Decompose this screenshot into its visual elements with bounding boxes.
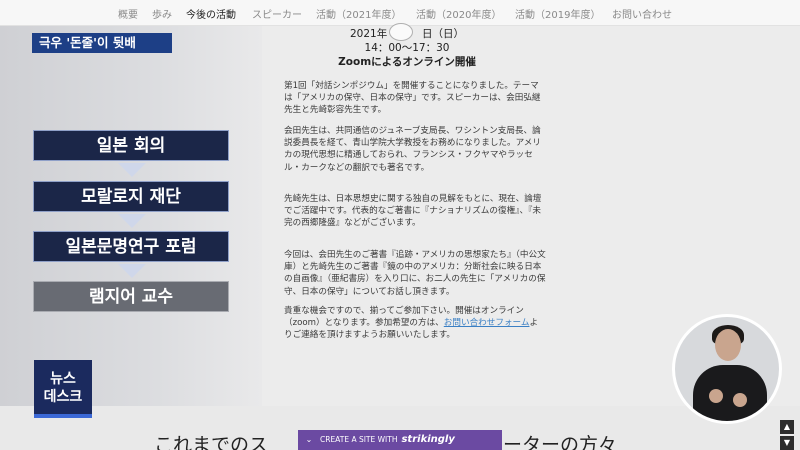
strikingly-banner[interactable]: ⌄ CREATE A SITE WITH strikingly <box>298 430 502 450</box>
nav-item-activities-2020[interactable]: 活動（2020年度） <box>416 6 501 21</box>
newsdesk-line1: 뉴스 <box>50 371 76 387</box>
flow-box-nippon-kaigi: 일본 회의 <box>33 130 229 161</box>
scroll-up-button[interactable]: ▲ <box>780 420 794 434</box>
nav-item-contact[interactable]: お問い合わせ <box>612 6 672 21</box>
flow-box-professor-ramseyer: 램지어 교수 <box>33 281 229 312</box>
nav-item-activities-2019[interactable]: 活動（2019年度） <box>515 6 600 21</box>
headline-banner: 극우 '돈줄'이 뒷배 <box>32 33 172 53</box>
participation-paragraph: 貴重な機会ですので、揃ってご参加下さい。開催はオンライン（zoom）となります。… <box>284 305 546 342</box>
chevron-down-icon[interactable]: ⌄ <box>298 430 320 450</box>
nav-item-overview[interactable]: 概要 <box>118 6 138 21</box>
newsdesk-underline <box>34 414 92 418</box>
flow-arrow-down-icon <box>118 264 146 278</box>
nav-item-activities-2021[interactable]: 活動（2021年度） <box>316 6 401 21</box>
interpreter-head <box>715 329 741 361</box>
banner-label: CREATE A SITE WITH <box>320 435 398 444</box>
flow-box-moralogy-foundation: 모랄로지 재단 <box>33 181 229 212</box>
senzaki-paragraph: 先崎先生は、日本思想史に関する独自の見解をもとに、現在、論壇でご活躍中です。代表… <box>284 194 542 229</box>
scroll-down-button[interactable]: ▼ <box>780 436 794 450</box>
topic-paragraph: 今回は、会田先生のご著書『追跡・アメリカの思想家たち』（中公文庫）と先崎先生のご… <box>284 250 546 297</box>
nav-item-history[interactable]: 歩み <box>152 6 172 21</box>
interpreter-hand <box>733 393 747 407</box>
section-heading-right: ーターの方々 <box>503 434 618 450</box>
strikingly-logo: strikingly <box>401 434 455 445</box>
flow-arrow-down-icon <box>118 163 146 177</box>
event-time: 14：00〜17：30 <box>364 42 450 54</box>
aida-paragraph: 会田先生は、共同通信のジュネーブ支局長、ワシントン支局長、論説委員長を経て、青山… <box>284 126 541 173</box>
nav-item-speakers[interactable]: スピーカー <box>252 6 302 21</box>
interpreter-body <box>693 365 767 421</box>
flow-arrow-down-icon <box>118 214 146 228</box>
intro-paragraph: 第1回「対話シンポジウム」を開催することになりました。テーマは「アメリカの保守、… <box>284 81 541 116</box>
newsdesk-line2: 데스크 <box>43 389 83 405</box>
contact-form-link[interactable]: お問い合わせフォーム <box>444 318 530 328</box>
flow-box-japan-civilization-forum: 일본문명연구 포럼 <box>33 231 229 262</box>
interpreter-hand <box>709 389 723 403</box>
event-venue: Zoomによるオンライン開催 <box>338 56 476 68</box>
nav-item-upcoming[interactable]: 今後の活動 <box>186 6 236 21</box>
event-date: 2021年 日（日） <box>349 28 465 40</box>
newsdesk-logo: 뉴스 데스크 <box>34 360 92 418</box>
section-heading-left: これまでのス <box>154 434 269 450</box>
sign-language-interpreter <box>672 314 782 424</box>
event-content: 2021年 日（日） 14：00〜17：30 Zoomによるオンライン開催 第1… <box>262 23 552 386</box>
